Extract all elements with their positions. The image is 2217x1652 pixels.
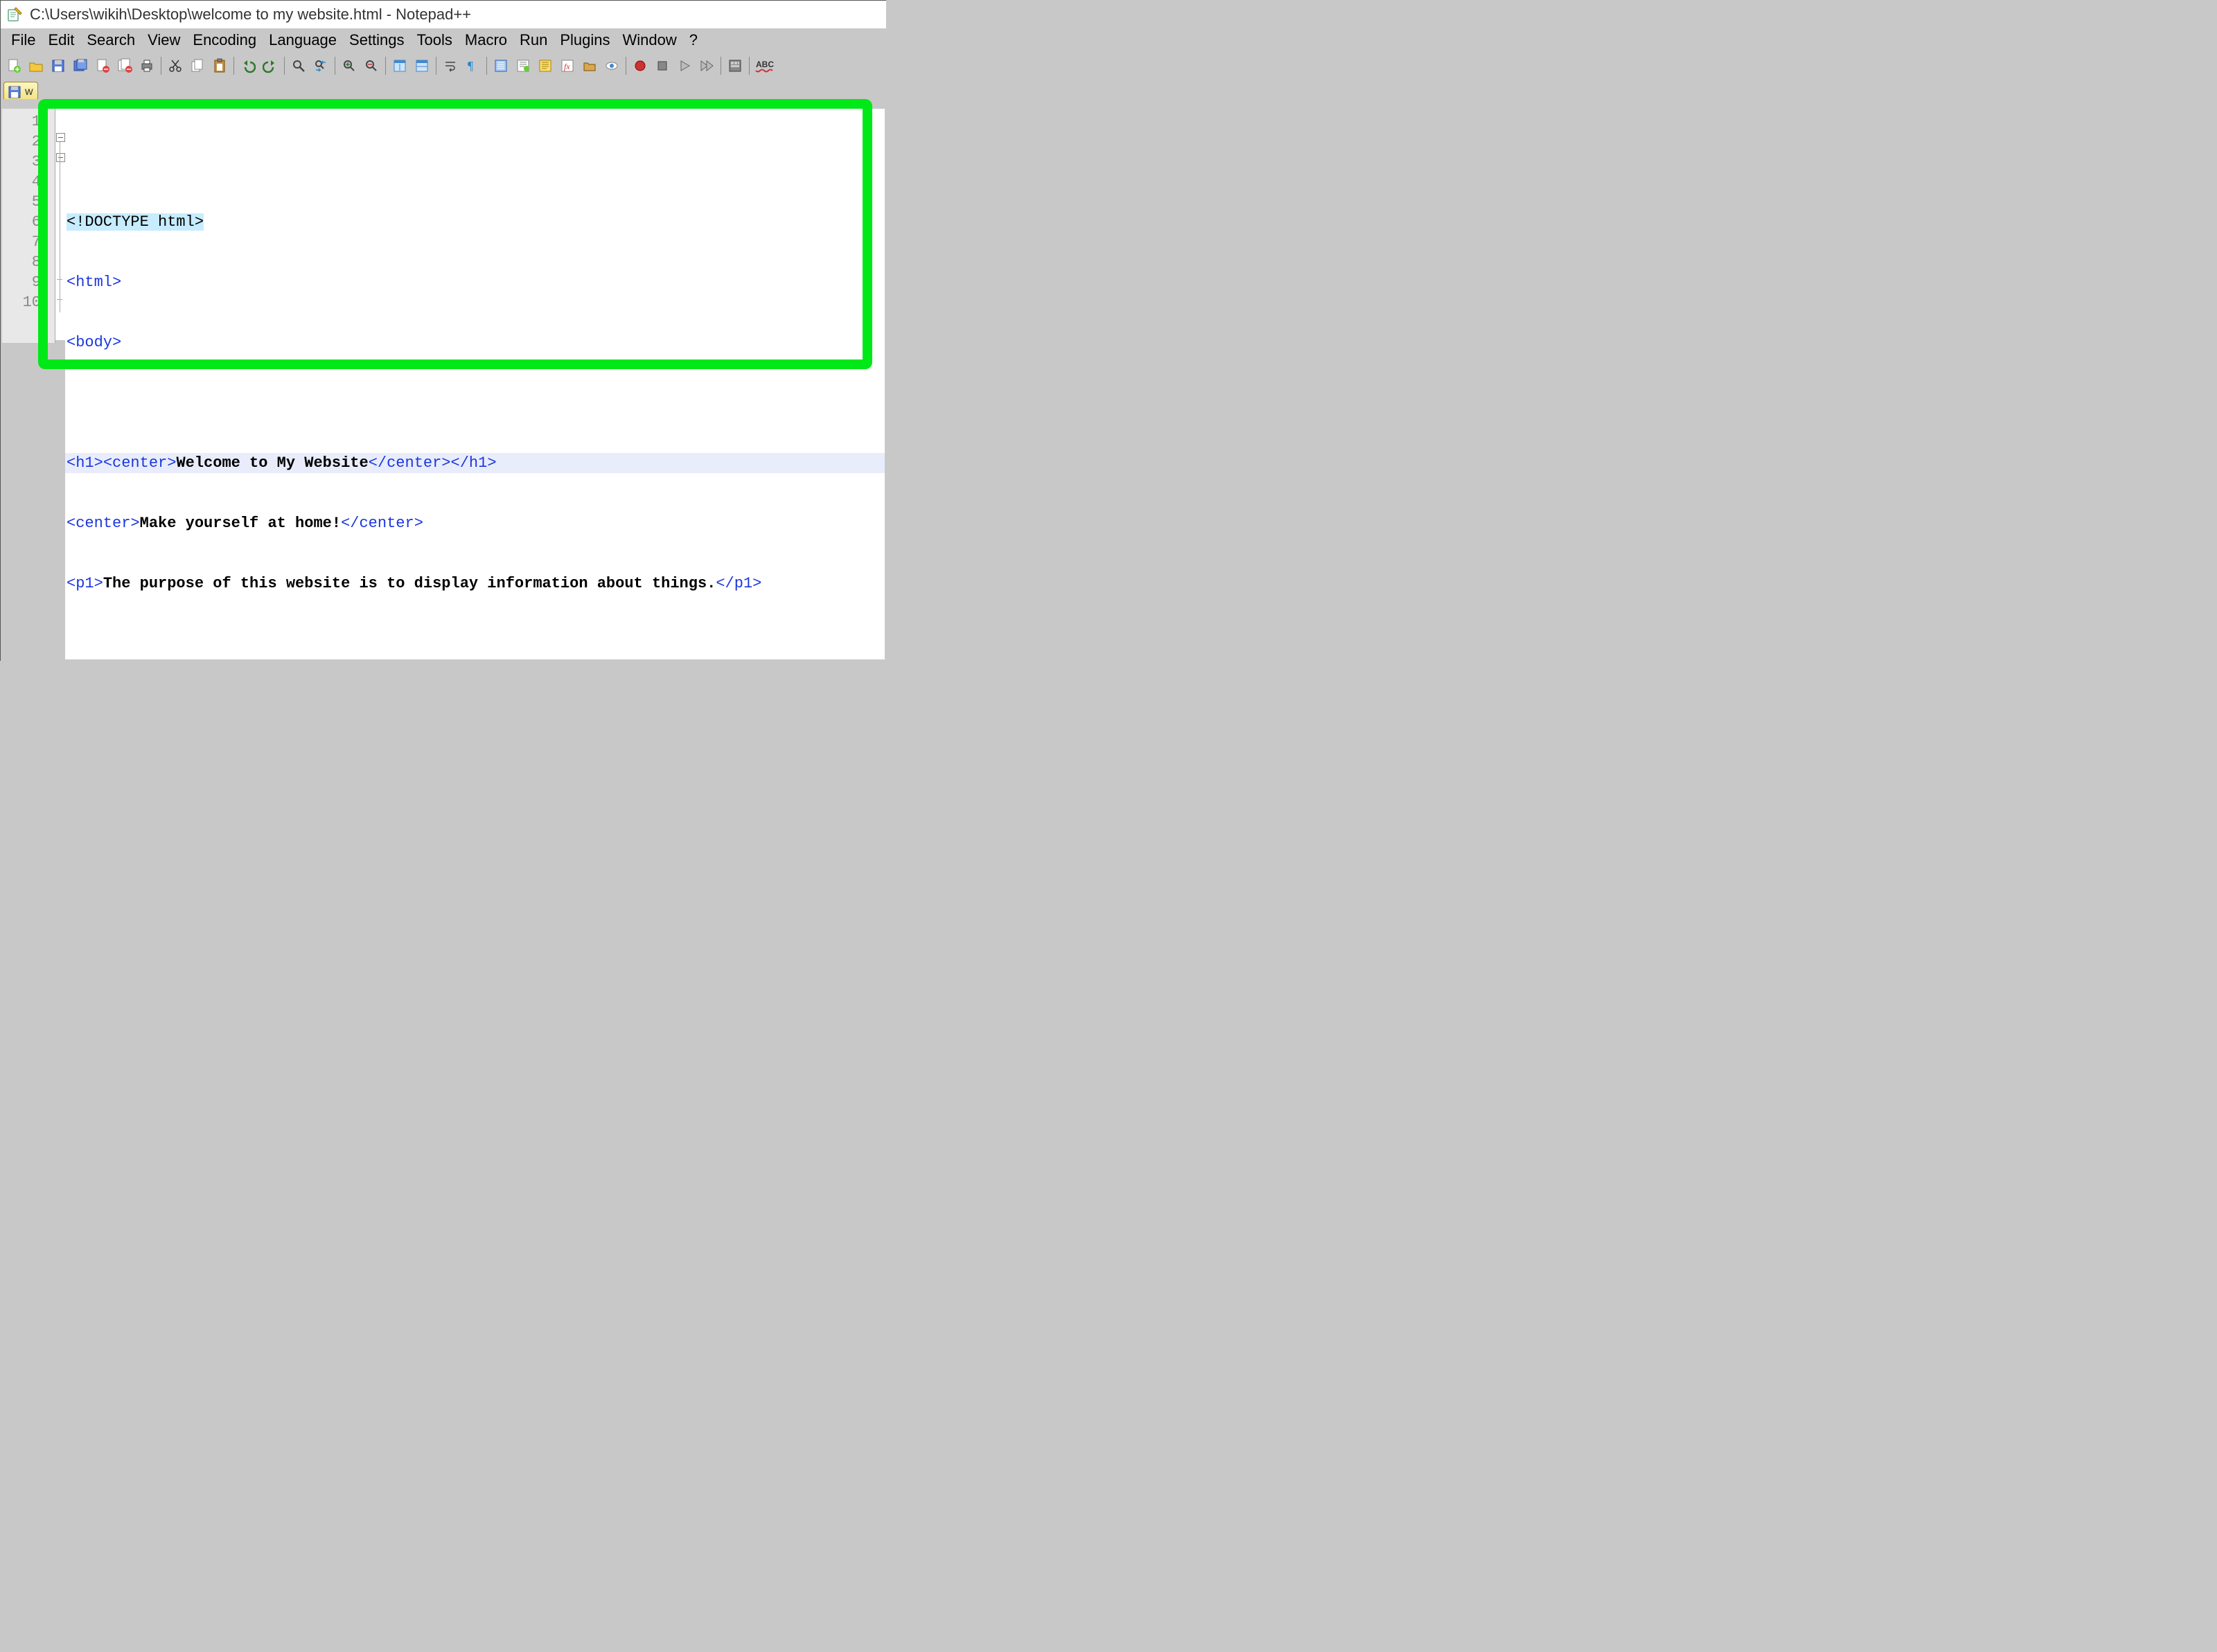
fold-toggle-icon[interactable] [56,153,65,162]
svg-text:fx: fx [564,62,570,71]
line-number: 7 [2,232,55,252]
line-number: 8 [2,252,55,272]
sync-horizontal-icon[interactable] [412,55,432,76]
macro-play-icon[interactable] [674,55,695,76]
line-number: 10 [2,292,55,312]
svg-text:ABC: ABC [756,60,774,69]
notepadpp-window: C:\Users\wikih\Desktop\welcome to my web… [0,0,886,661]
new-file-icon[interactable] [3,55,24,76]
toolbar-separator [233,57,234,75]
app-icon [6,6,23,23]
menu-encoding[interactable]: Encoding [186,30,263,51]
line-number: 5 [2,192,55,212]
sync-vertical-icon[interactable] [389,55,410,76]
editor-area: 1 2 3 4 5 6 7 8 9 10 [2,99,885,659]
menu-plugins[interactable]: Plugins [554,30,616,51]
fold-end [57,299,62,300]
fold-toggle-icon[interactable] [56,133,65,142]
menu-window[interactable]: Window [617,30,683,51]
fold-column [55,109,65,340]
code-line[interactable] [65,393,885,413]
open-file-icon[interactable] [26,55,46,76]
menu-file[interactable]: File [5,30,42,51]
menu-settings[interactable]: Settings [343,30,411,51]
redo-icon[interactable] [260,55,281,76]
disk-icon [8,86,21,98]
code-editor[interactable]: 1 2 3 4 5 6 7 8 9 10 [2,109,885,659]
word-wrap-icon[interactable] [440,55,461,76]
menu-view[interactable]: View [141,30,186,51]
line-number: 4 [2,172,55,192]
code-line[interactable]: <body> [65,332,885,353]
copy-icon[interactable] [187,55,208,76]
monitor-icon[interactable] [601,55,622,76]
save-icon[interactable] [48,55,69,76]
line-number: 2 [2,132,55,152]
menu-run[interactable]: Run [513,30,554,51]
code-line[interactable] [65,634,885,654]
code-line[interactable]: <html> [65,272,885,292]
line-number: 1 [2,112,55,132]
menu-help[interactable]: ? [683,30,704,51]
line-number: 9 [2,272,55,292]
save-all-icon[interactable] [70,55,91,76]
menu-language[interactable]: Language [263,30,343,51]
menu-edit[interactable]: Edit [42,30,80,51]
tab-label: w [25,86,33,98]
menu-macro[interactable]: Macro [459,30,513,51]
toolbar-separator [486,57,487,75]
line-number: 3 [2,152,55,172]
macro-play-multi-icon[interactable] [696,55,717,76]
close-all-icon[interactable] [114,55,135,76]
find-icon[interactable] [288,55,309,76]
show-symbols-icon[interactable]: ¶ [462,55,483,76]
toolbar: ¶ fx ABC [1,52,886,80]
print-icon[interactable] [136,55,157,76]
folder-icon[interactable] [579,55,600,76]
titlebar: C:\Users\wikih\Desktop\welcome to my web… [1,1,886,28]
code-line[interactable]: <center>Make yourself at home!</center> [65,513,885,533]
doc-map-icon[interactable] [535,55,556,76]
code-content[interactable]: <!DOCTYPE html> <html> <body> <h1><cente… [65,109,885,659]
toolbar-separator [385,57,386,75]
user-lang-icon[interactable] [513,55,533,76]
fold-end [57,279,62,280]
replace-icon[interactable] [310,55,331,76]
menu-search[interactable]: Search [80,30,141,51]
indent-guide-icon[interactable] [491,55,511,76]
save-macro-icon[interactable] [725,55,745,76]
spell-check-icon[interactable]: ABC [753,55,781,76]
function-list-icon[interactable]: fx [557,55,578,76]
menu-tools[interactable]: Tools [411,30,459,51]
title-text: C:\Users\wikih\Desktop\welcome to my web… [30,6,471,24]
macro-record-icon[interactable] [630,55,651,76]
menubar: File Edit Search View Encoding Language … [1,28,886,52]
toolbar-separator [749,57,750,75]
zoom-in-icon[interactable] [339,55,360,76]
line-number: 6 [2,212,55,232]
undo-icon[interactable] [238,55,258,76]
svg-text:¶: ¶ [468,59,473,73]
line-gutter: 1 2 3 4 5 6 7 8 9 10 [2,109,55,343]
macro-stop-icon[interactable] [652,55,673,76]
toolbar-separator [284,57,285,75]
code-line[interactable]: <p1>The purpose of this website is to di… [65,574,885,594]
paste-icon[interactable] [209,55,230,76]
zoom-out-icon[interactable] [361,55,382,76]
code-line[interactable]: <h1><center>Welcome to My Website</cente… [65,453,885,473]
close-icon[interactable] [92,55,113,76]
cut-icon[interactable] [165,55,186,76]
code-line[interactable]: <!DOCTYPE html> [65,212,885,232]
